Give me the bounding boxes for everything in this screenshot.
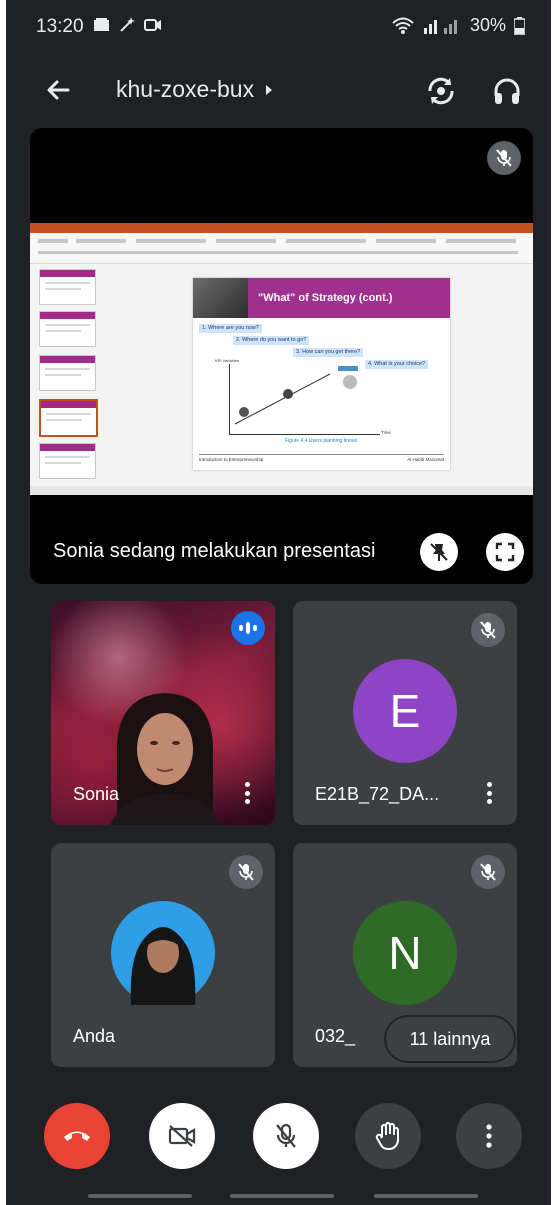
meeting-app-bar: khu-zoxe-bux xyxy=(6,60,551,120)
meeting-title[interactable]: khu-zoxe-bux xyxy=(116,76,274,103)
battery-icon xyxy=(514,16,525,35)
video-off-icon xyxy=(168,1125,196,1147)
system-icons: 30% xyxy=(392,15,525,36)
raise-hand-button[interactable] xyxy=(355,1103,421,1169)
hang-up-icon xyxy=(64,1131,90,1141)
slide-plot xyxy=(229,364,380,435)
participant-tile-sonia[interactable]: Sonia xyxy=(51,601,275,825)
self-avatar-photo xyxy=(111,901,215,1005)
more-options-button[interactable] xyxy=(456,1103,522,1169)
more-options-button[interactable] xyxy=(481,779,497,807)
presenter-muted-badge xyxy=(487,141,521,175)
current-slide: "What" of Strategy (cont.) 1. Where are … xyxy=(193,278,450,470)
more-participants-button[interactable]: 11 lainnya xyxy=(386,1017,514,1061)
participant-tile-self[interactable]: Anda xyxy=(51,843,275,1067)
slide-footer-left: Introduction to Entrepreneurship xyxy=(199,457,264,462)
mic-off-button[interactable] xyxy=(253,1103,319,1169)
fullscreen-button[interactable] xyxy=(486,533,524,571)
muted-badge xyxy=(229,855,263,889)
back-arrow-icon[interactable] xyxy=(42,74,74,106)
slide-question-1: 1. Where are you now? xyxy=(199,324,262,333)
screen-record-icon xyxy=(144,19,161,31)
speaking-indicator xyxy=(231,611,265,645)
more-vert-icon xyxy=(486,1124,492,1148)
mic-off-icon xyxy=(480,621,496,639)
switch-camera-icon[interactable] xyxy=(424,74,458,108)
sonia-video-feed xyxy=(110,693,220,825)
gallery-icon xyxy=(94,18,109,31)
slide-header-photo xyxy=(193,278,248,318)
powerpoint-statusbar xyxy=(30,486,533,495)
more-options-button[interactable] xyxy=(239,779,255,807)
unpin-button[interactable] xyxy=(420,533,458,571)
chevron-right-icon xyxy=(266,84,273,95)
presenting-label: Sonia sedang melakukan presentasi xyxy=(53,540,376,562)
status-bar: 13:20 30% xyxy=(6,0,551,52)
participant-tile-e21b[interactable]: E E21B_72_DA... xyxy=(293,601,517,825)
slide-thumbnails xyxy=(34,267,98,487)
slide-footer: Introduction to Entrepreneurship Al Habi… xyxy=(199,454,444,462)
fullscreen-icon xyxy=(495,542,515,562)
camera-off-button[interactable] xyxy=(149,1103,215,1169)
slide-title: "What" of Strategy (cont.) xyxy=(248,278,450,318)
muted-badge xyxy=(471,855,505,889)
mic-off-icon xyxy=(276,1123,296,1148)
notification-icons xyxy=(94,16,162,34)
shared-screen: "What" of Strategy (cont.) 1. Where are … xyxy=(30,223,533,495)
end-call-button[interactable] xyxy=(44,1103,110,1169)
meeting-code: khu-zoxe-bux xyxy=(116,76,255,102)
battery-percent: 30% xyxy=(469,15,506,35)
powerpoint-titlebar xyxy=(30,223,533,233)
audio-output-icon[interactable] xyxy=(490,74,524,108)
avatar: N xyxy=(353,901,457,1005)
mic-off-icon xyxy=(238,863,254,881)
slide-question-2: 2. Where do you want to go? xyxy=(233,336,310,345)
participant-name: Anda xyxy=(73,1026,116,1046)
mic-off-icon xyxy=(480,863,496,881)
participant-name: Sonia xyxy=(73,784,120,804)
presentation-tile[interactable]: "What" of Strategy (cont.) 1. Where are … xyxy=(30,128,533,584)
participant-name: 032_ xyxy=(315,1026,356,1046)
raise-hand-icon xyxy=(375,1122,399,1151)
nav-back[interactable] xyxy=(374,1194,478,1198)
signal-icon xyxy=(423,19,457,34)
slide-y-axis-label: KPI Variables xyxy=(215,358,239,363)
powerpoint-ribbon xyxy=(30,233,533,264)
nav-recents[interactable] xyxy=(88,1194,192,1198)
participant-name: E21B_72_DA... xyxy=(315,784,440,804)
pin-off-icon xyxy=(430,543,448,561)
avatar: E xyxy=(353,659,457,763)
slide-x-axis-label: Time xyxy=(381,430,391,435)
phone-screen: 13:20 30% khu-zoxe-bux "What" of Strateg… xyxy=(6,0,551,1205)
mic-off-icon xyxy=(496,149,512,167)
wifi-icon xyxy=(392,17,414,34)
magic-wand-icon xyxy=(120,17,135,32)
slide-question-3: 3. How can you get there? xyxy=(293,348,364,357)
nav-home[interactable] xyxy=(230,1194,334,1198)
slide-footer-right: Al Habib Mazumat xyxy=(407,457,444,462)
status-time: 13:20 xyxy=(36,16,84,37)
slide-figure-caption: Figure 4.4 Users planning tiresei xyxy=(285,438,357,444)
muted-badge xyxy=(471,613,505,647)
